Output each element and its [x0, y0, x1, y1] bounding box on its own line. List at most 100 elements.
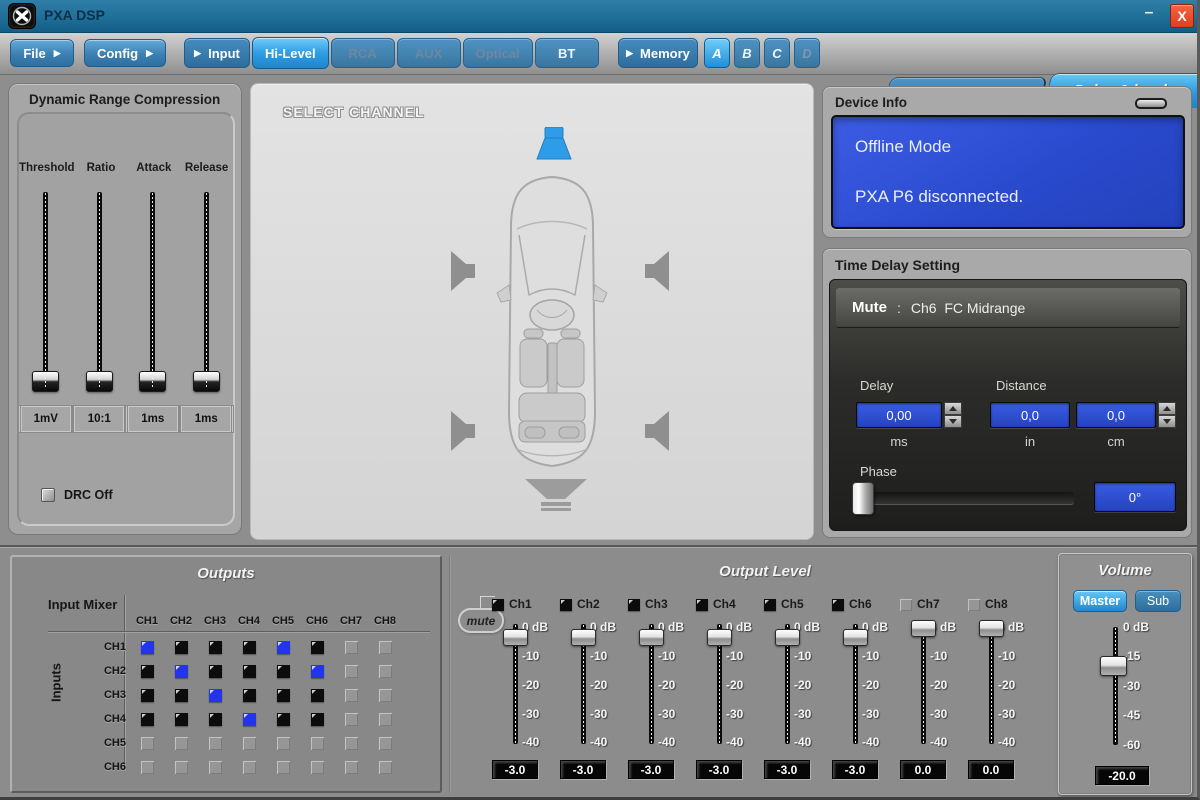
matrix-cell-ch1-ch4[interactable]	[242, 640, 256, 654]
matrix-cell-ch3-ch4[interactable]	[242, 688, 256, 702]
matrix-cell-ch2-ch5[interactable]	[276, 664, 290, 678]
level-slider-handle-ch7[interactable]	[911, 620, 936, 637]
mute-checkbox-ch1[interactable]	[492, 599, 504, 611]
matrix-cell-ch2-ch4[interactable]	[242, 664, 256, 678]
drc-slider-track-threshold[interactable]	[32, 192, 60, 392]
input-label: Input	[208, 45, 240, 61]
config-menu-arrow-icon: ▶	[146, 47, 154, 58]
speaker-rear-left[interactable]	[451, 411, 477, 451]
speaker-subwoofer[interactable]	[525, 479, 587, 513]
memory-slot-c[interactable]: C	[764, 38, 790, 68]
mute-checkbox-ch6[interactable]	[832, 599, 844, 611]
memory-label: Memory	[640, 45, 690, 61]
memory-slot-a[interactable]: A	[704, 38, 730, 68]
distance-cm-field[interactable]: 0,0	[1076, 402, 1156, 428]
matrix-row-label-ch3: CH3	[103, 689, 126, 701]
matrix-cell-ch4-ch3[interactable]	[208, 712, 222, 726]
drc-slider-track-release[interactable]	[192, 192, 220, 392]
memory-slot-d[interactable]: D	[794, 38, 820, 68]
level-slider-handle-ch6[interactable]	[843, 628, 868, 646]
drc-slider-handle-threshold[interactable]	[32, 371, 60, 392]
channel-label-ch3: Ch3	[645, 597, 668, 611]
phase-slider-track[interactable]	[856, 492, 1074, 504]
matrix-cell-ch5-ch4	[242, 736, 256, 750]
matrix-cell-ch3-ch3[interactable]	[208, 688, 222, 702]
input-tab-bt[interactable]: BT	[534, 38, 599, 68]
level-slider-handle-ch4[interactable]	[707, 628, 732, 646]
drc-off-checkbox[interactable]	[41, 488, 55, 502]
device-info-collapse-button[interactable]	[1135, 98, 1167, 109]
distance-spin-down-button[interactable]	[1158, 415, 1176, 428]
drc-panel: Dynamic Range Compression Threshold Ratio…	[8, 83, 242, 535]
matrix-cell-ch4-ch4[interactable]	[242, 712, 256, 726]
distance-spinner	[1158, 402, 1176, 428]
memory-group-label: ▶ Memory	[618, 38, 698, 68]
delay-value-field[interactable]: 0,00	[856, 402, 942, 428]
matrix-cell-ch1-ch5[interactable]	[276, 640, 290, 654]
distance-in-field[interactable]: 0,0	[990, 402, 1070, 428]
device-status-line: Offline Mode	[855, 137, 952, 156]
matrix-cell-ch1-ch6[interactable]	[310, 640, 324, 654]
matrix-cell-ch1-ch2[interactable]	[174, 640, 188, 654]
matrix-cell-ch2-ch2[interactable]	[174, 664, 188, 678]
matrix-cell-ch1-ch3[interactable]	[208, 640, 222, 654]
mute-channel-bar: Mute : Ch6 FC Midrange	[836, 288, 1180, 328]
level-slider-track-ch7[interactable]	[921, 624, 926, 744]
level-slider-handle-ch1[interactable]	[503, 628, 528, 646]
matrix-cell-ch2-ch3[interactable]	[208, 664, 222, 678]
drc-slider-track-ratio[interactable]	[85, 192, 113, 392]
input-tab-hi-level[interactable]: Hi-Level	[252, 37, 329, 69]
speaker-front-center-selected[interactable]	[535, 127, 573, 161]
level-slider-handle-ch8[interactable]	[979, 620, 1004, 637]
matrix-cell-ch1-ch1[interactable]	[140, 640, 154, 654]
level-slider-track-ch8[interactable]	[989, 624, 994, 744]
distance-spin-up-button[interactable]	[1158, 402, 1176, 415]
matrix-cell-ch3-ch5[interactable]	[276, 688, 290, 702]
mute-checkbox-ch7[interactable]	[900, 599, 912, 611]
matrix-cell-ch5-ch7	[344, 736, 358, 750]
mute-checkbox-ch3[interactable]	[628, 599, 640, 611]
matrix-cell-ch2-ch6[interactable]	[310, 664, 324, 678]
level-slider-handle-ch5[interactable]	[775, 628, 800, 646]
drc-slider-track-attack[interactable]	[139, 192, 167, 392]
close-button[interactable]: X	[1170, 4, 1194, 28]
matrix-cell-ch4-ch6[interactable]	[310, 712, 324, 726]
volume-master-button[interactable]: Master	[1073, 590, 1127, 612]
drc-slider-handle-ratio[interactable]	[85, 371, 113, 392]
volume-slider-track[interactable]	[1113, 627, 1118, 745]
volume-sub-button[interactable]: Sub	[1135, 590, 1181, 612]
drc-slider-handle-release[interactable]	[192, 371, 220, 392]
delay-spin-down-button[interactable]	[944, 415, 962, 428]
config-menu-button[interactable]: Config ▶	[84, 39, 166, 67]
matrix-cell-ch3-ch1[interactable]	[140, 688, 154, 702]
scale-label: -30	[998, 707, 1016, 721]
matrix-cell-ch4-ch1[interactable]	[140, 712, 154, 726]
matrix-cell-ch4-ch2[interactable]	[174, 712, 188, 726]
phase-slider-handle[interactable]	[852, 482, 874, 515]
input-tab-aux[interactable]: AUX	[396, 38, 461, 68]
memory-slot-b[interactable]: B	[734, 38, 760, 68]
level-slider-handle-ch3[interactable]	[639, 628, 664, 646]
file-menu-button[interactable]: File ▶	[10, 39, 74, 67]
matrix-cell-ch3-ch6[interactable]	[310, 688, 324, 702]
input-tab-rca[interactable]: RCA	[330, 38, 395, 68]
level-slider-handle-ch2[interactable]	[571, 628, 596, 646]
mute-checkbox-ch5[interactable]	[764, 599, 776, 611]
speaker-rear-right[interactable]	[643, 411, 669, 451]
delay-spin-up-button[interactable]	[944, 402, 962, 415]
matrix-cell-ch4-ch5[interactable]	[276, 712, 290, 726]
drc-slider-handle-attack[interactable]	[139, 371, 167, 392]
input-tab-optical[interactable]: Optical	[462, 38, 533, 68]
mute-checkbox-ch2[interactable]	[560, 599, 572, 611]
drc-inner-panel: Threshold Ratio Attack Release 1mV 10:1 1ms 1m…	[17, 112, 235, 526]
speaker-front-left[interactable]	[451, 251, 477, 291]
mute-checkbox-ch4[interactable]	[696, 599, 708, 611]
matrix-cell-ch3-ch2[interactable]	[174, 688, 188, 702]
mute-checkbox-ch8[interactable]	[968, 599, 980, 611]
speaker-front-right[interactable]	[643, 251, 669, 291]
file-menu-label: File	[23, 45, 46, 61]
minimize-button[interactable]: –	[1138, 5, 1160, 24]
volume-slider-handle[interactable]	[1100, 656, 1127, 677]
matrix-cell-ch5-ch8	[378, 736, 392, 750]
matrix-cell-ch2-ch1[interactable]	[140, 664, 154, 678]
